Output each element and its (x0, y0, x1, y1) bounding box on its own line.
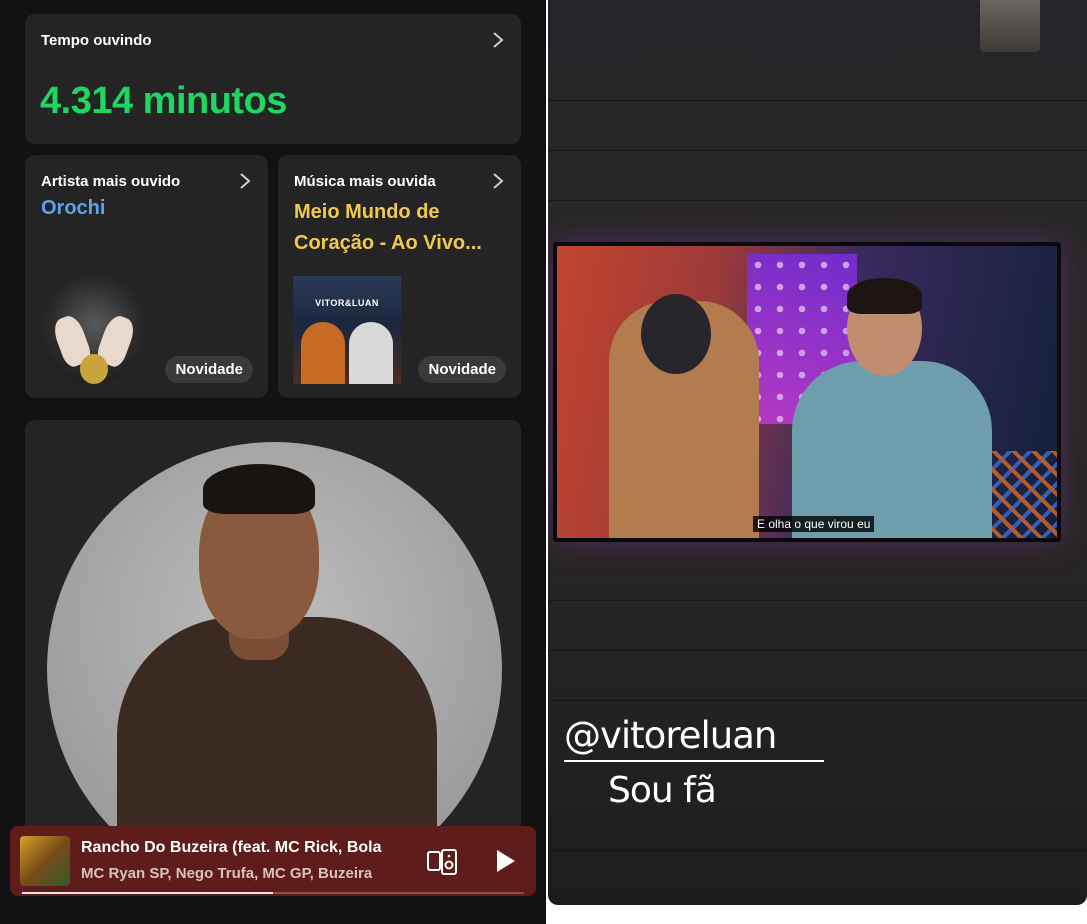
album-art-text: VITOR&LUAN (315, 298, 379, 308)
chevron-right-icon (491, 171, 505, 191)
tv-subtitle: E olha o que virou eu (753, 516, 875, 532)
artist-photo (47, 442, 502, 840)
now-playing-album-art (20, 836, 70, 886)
now-playing-artists: MC Ryan SP, Nego Trufa, MC GP, Buzeira (81, 865, 373, 882)
television: E olha o que virou eu (553, 242, 1061, 542)
top-artist-name: Orochi (41, 197, 106, 219)
top-song-card[interactable]: Música mais ouvida Meio Mundo de Coração… (278, 155, 521, 398)
playback-progress-fill (22, 892, 273, 894)
story-mention[interactable]: @vitoreluan (564, 714, 777, 757)
listening-time-label: Tempo ouvindo (41, 32, 152, 49)
mention-underline (564, 760, 824, 762)
artist-photo-card (25, 420, 521, 840)
top-artist-label: Artista mais ouvido (41, 173, 181, 190)
listening-time-card[interactable]: Tempo ouvindo 4.314 minutos (25, 14, 521, 144)
listening-time-value: 4.314 minutos (40, 80, 287, 122)
chevron-right-icon (491, 30, 505, 50)
now-playing-title: Rancho Do Buzeira (feat. MC Rick, Bola (81, 839, 382, 856)
now-playing-bar[interactable]: Rancho Do Buzeira (feat. MC Rick, Bola M… (10, 826, 536, 896)
new-badge: Novidade (165, 356, 253, 383)
playback-progress[interactable] (22, 892, 524, 894)
wall-lamp (980, 0, 1040, 52)
top-song-album-art: VITOR&LUAN (293, 276, 401, 384)
stats-screen: Tempo ouvindo 4.314 minutos Artista mais… (0, 0, 546, 924)
play-icon[interactable] (492, 848, 518, 874)
tv-screen: E olha o que virou eu (557, 246, 1057, 538)
story-photo: E olha o que virou eu @vitoreluan Sou fã (548, 0, 1087, 905)
top-artist-image (40, 276, 148, 384)
top-song-label: Música mais ouvida (294, 173, 436, 190)
story-caption: Sou fã (608, 770, 717, 811)
top-song-name: Meio Mundo de Coração - Ao Vivo... (294, 201, 482, 254)
top-artist-card[interactable]: Artista mais ouvido Orochi Novidade (25, 155, 268, 398)
new-badge: Novidade (418, 356, 506, 383)
chevron-right-icon (238, 171, 252, 191)
connect-device-icon[interactable] (426, 848, 458, 876)
